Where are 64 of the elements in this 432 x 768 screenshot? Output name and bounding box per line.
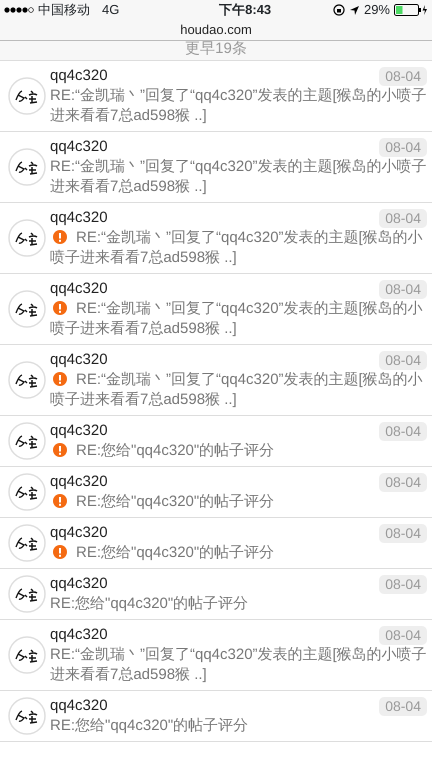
avatar-icon xyxy=(8,636,46,674)
message-text: RE:“金凯瑞丶”回复了“qq4c320”发表的主题[猴岛的小喷子进来看看7总ad598猴 ..] xyxy=(50,646,427,683)
message-item[interactable]: qq4c320 08-04 RE:您给"qq4c320"的帖子评分 xyxy=(0,569,432,620)
message-text: RE:“金凯瑞丶”回复了“qq4c320”发表的主题[猴岛的小喷子进来看看7总ad598猴 ..] xyxy=(50,87,427,124)
username: qq4c320 xyxy=(50,279,108,299)
battery-icon xyxy=(394,4,428,16)
message-text: RE:您给"qq4c320"的帖子评分 xyxy=(50,717,248,734)
username: qq4c320 xyxy=(50,421,108,441)
avatar-icon xyxy=(8,524,46,562)
avatar-icon xyxy=(8,290,46,328)
date-tag: 08-04 xyxy=(379,66,427,86)
username: qq4c320 xyxy=(50,66,108,86)
avatar-icon xyxy=(8,575,46,613)
battery-percent: 29% xyxy=(364,1,390,20)
avatar-icon xyxy=(8,148,46,186)
avatar-icon xyxy=(8,422,46,460)
rotation-lock-icon xyxy=(332,4,345,16)
username: qq4c320 xyxy=(50,625,108,645)
username: qq4c320 xyxy=(50,523,108,543)
date-tag: 08-04 xyxy=(379,280,427,298)
username: qq4c320 xyxy=(50,350,108,370)
date-tag: 08-04 xyxy=(379,350,427,370)
date-tag: 08-04 xyxy=(379,472,427,492)
message-item[interactable]: qq4c320 08-04 RE:“金凯瑞丶”回复了“qq4c320”发表的主题[猴岛的小喷子进来看看7总ad598猴 ..] xyxy=(0,345,432,416)
message-item[interactable]: qq4c320 08-04 RE:您给"qq4c320"的帖子评分 xyxy=(0,467,432,518)
date-tag: 08-04 xyxy=(379,138,427,156)
message-item[interactable]: qq4c320 08-04 RE:“金凯瑞丶”回复了“qq4c320”发表的主题[猴岛的小喷子进来看看7总ad598猴 ..] xyxy=(0,274,432,345)
date-tag: 08-04 xyxy=(379,574,427,594)
username: qq4c320 xyxy=(50,208,108,228)
username: qq4c320 xyxy=(50,137,108,157)
clock-time: 下午8:43 xyxy=(219,1,272,20)
message-item[interactable]: qq4c320 08-04 RE:您给"qq4c320"的帖子评分 xyxy=(0,691,432,742)
signal-icon xyxy=(4,7,34,13)
avatar-icon xyxy=(8,697,46,735)
date-tag: 08-04 xyxy=(379,696,427,716)
message-text: RE:“金凯瑞丶”回复了“qq4c320”发表的主题[猴岛的小喷子进来看看7总ad598猴 ..] xyxy=(50,158,427,195)
network-type: 4G xyxy=(102,1,120,20)
message-text: RE:您给"qq4c320"的帖子评分 xyxy=(76,493,274,510)
username: qq4c320 xyxy=(50,472,108,492)
message-text: RE:“金凯瑞丶”回复了“qq4c320”发表的主题[猴岛的小喷子进来看看7总ad598猴 ..] xyxy=(50,229,423,266)
message-text: RE:您给"qq4c320"的帖子评分 xyxy=(76,442,274,459)
message-text: RE:您给"qq4c320"的帖子评分 xyxy=(76,544,274,561)
date-tag: 08-04 xyxy=(379,626,427,644)
date-tag: 08-04 xyxy=(379,208,427,228)
message-item[interactable]: qq4c320 08-04 RE:“金凯瑞丶”回复了“qq4c320”发表的主题[猴岛的小喷子进来看看7总ad598猴 ..] xyxy=(0,61,432,132)
message-item[interactable]: qq4c320 08-04 RE:您给"qq4c320"的帖子评分 xyxy=(0,518,432,569)
date-tag: 08-04 xyxy=(379,422,427,440)
url-text: houdao.com xyxy=(180,22,252,37)
message-item[interactable]: qq4c320 08-04 RE:您给"qq4c320"的帖子评分 xyxy=(0,416,432,467)
avatar-icon xyxy=(8,77,46,115)
carrier-name: 中国移动 xyxy=(38,1,90,20)
location-arrow-icon xyxy=(348,4,360,16)
date-tag: 08-04 xyxy=(379,524,427,542)
avatar-icon xyxy=(8,361,46,399)
message-text: RE:“金凯瑞丶”回复了“qq4c320”发表的主题[猴岛的小喷子进来看看7总ad598猴 ..] xyxy=(50,371,423,408)
username: qq4c320 xyxy=(50,696,108,716)
message-item[interactable]: qq4c320 08-04 RE:“金凯瑞丶”回复了“qq4c320”发表的主题[猴岛的小喷子进来看看7总ad598猴 ..] xyxy=(0,620,432,691)
message-item[interactable]: qq4c320 08-04 RE:“金凯瑞丶”回复了“qq4c320”发表的主题[猴岛的小喷子进来看看7总ad598猴 ..] xyxy=(0,203,432,274)
username: qq4c320 xyxy=(50,574,108,594)
message-text: RE:您给"qq4c320"的帖子评分 xyxy=(50,595,248,612)
message-item[interactable]: qq4c320 08-04 RE:“金凯瑞丶”回复了“qq4c320”发表的主题[猴岛的小喷子进来看看7总ad598猴 ..] xyxy=(0,132,432,203)
message-text: RE:“金凯瑞丶”回复了“qq4c320”发表的主题[猴岛的小喷子进来看看7总ad598猴 ..] xyxy=(50,300,423,337)
avatar-icon xyxy=(8,219,46,257)
avatar-icon xyxy=(8,473,46,511)
